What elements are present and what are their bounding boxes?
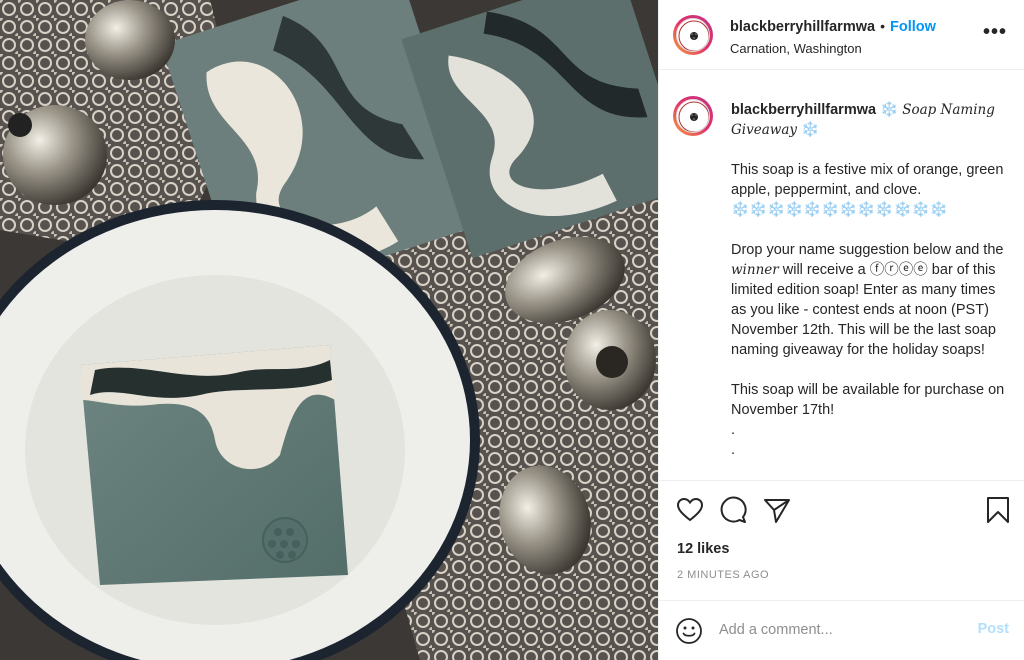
caption-username[interactable]: blackberryhillfarmwa bbox=[731, 102, 876, 118]
separator-dot: • bbox=[880, 18, 885, 34]
location-link[interactable]: Carnation, Washington bbox=[730, 41, 862, 56]
emoji-icon[interactable] bbox=[675, 617, 703, 645]
caption-text-segment: Drop your name suggestion below and the bbox=[731, 242, 1004, 258]
caption-avatar[interactable] bbox=[673, 96, 713, 136]
snowflake-row: ❄️❄️❄️❄️❄️❄️❄️❄️❄️❄️❄️❄️ bbox=[731, 202, 948, 218]
caption-area: blackberryhillfarmwa ❄️ Soap Naming Give… bbox=[659, 70, 1024, 480]
comment-input[interactable] bbox=[719, 619, 949, 641]
paper-plane-icon bbox=[764, 499, 790, 523]
caption-paragraph-3: This soap will be available for purchase… bbox=[731, 382, 1005, 418]
caption-dot: . bbox=[731, 442, 736, 458]
action-bar: 12 likes 2 MINUTES AGO bbox=[659, 480, 1024, 600]
caption-free-word: ⓕⓡⓔⓔ bbox=[869, 262, 928, 278]
likes-count[interactable]: 12 likes bbox=[677, 541, 729, 557]
more-options-button[interactable]: ••• bbox=[983, 22, 1007, 42]
header-title-row: blackberryhillfarmwa • Follow bbox=[730, 18, 936, 36]
caption-dot: . bbox=[731, 422, 736, 438]
soap-photo-image bbox=[0, 0, 658, 660]
caption-text-segment: will receive a bbox=[778, 262, 870, 278]
save-button[interactable] bbox=[983, 495, 1013, 525]
heart-icon bbox=[676, 497, 704, 522]
snowflake-icon: ❄️ bbox=[880, 102, 899, 118]
caption-avatar-logo bbox=[676, 99, 710, 133]
post-comment-button[interactable]: Post bbox=[978, 621, 1009, 637]
caption-heading: blackberryhillfarmwa ❄️ Soap Naming Give… bbox=[731, 100, 1013, 140]
like-button[interactable] bbox=[675, 495, 705, 525]
comment-icon bbox=[720, 496, 747, 523]
bookmark-icon bbox=[987, 497, 1009, 523]
post-side-panel: blackberryhillfarmwa • Follow Carnation, W… bbox=[658, 0, 1024, 660]
avatar-logo bbox=[676, 18, 710, 52]
farm-logo-icon bbox=[678, 101, 709, 132]
snowflake-icon: ❄️ bbox=[801, 122, 820, 138]
share-button[interactable] bbox=[762, 495, 792, 525]
caption-paragraph-1: This soap is a festive mix of orange, gr… bbox=[731, 162, 1004, 198]
post-photo[interactable] bbox=[0, 0, 658, 660]
header-username[interactable]: blackberryhillfarmwa bbox=[730, 19, 875, 35]
avatar[interactable] bbox=[673, 15, 713, 55]
farm-logo-icon bbox=[678, 20, 709, 51]
comment-composer: Post bbox=[659, 600, 1024, 660]
post-timestamp[interactable]: 2 MINUTES AGO bbox=[677, 569, 769, 581]
caption-paragraph-2: Drop your name suggestion below and the … bbox=[731, 240, 1013, 360]
comment-button[interactable] bbox=[718, 495, 748, 525]
follow-button[interactable]: Follow bbox=[890, 19, 936, 35]
caption-text: blackberryhillfarmwa ❄️ Soap Naming Give… bbox=[731, 100, 1013, 460]
caption-winner-word: winner bbox=[731, 262, 779, 278]
post-header: blackberryhillfarmwa • Follow Carnation, W… bbox=[659, 0, 1024, 70]
